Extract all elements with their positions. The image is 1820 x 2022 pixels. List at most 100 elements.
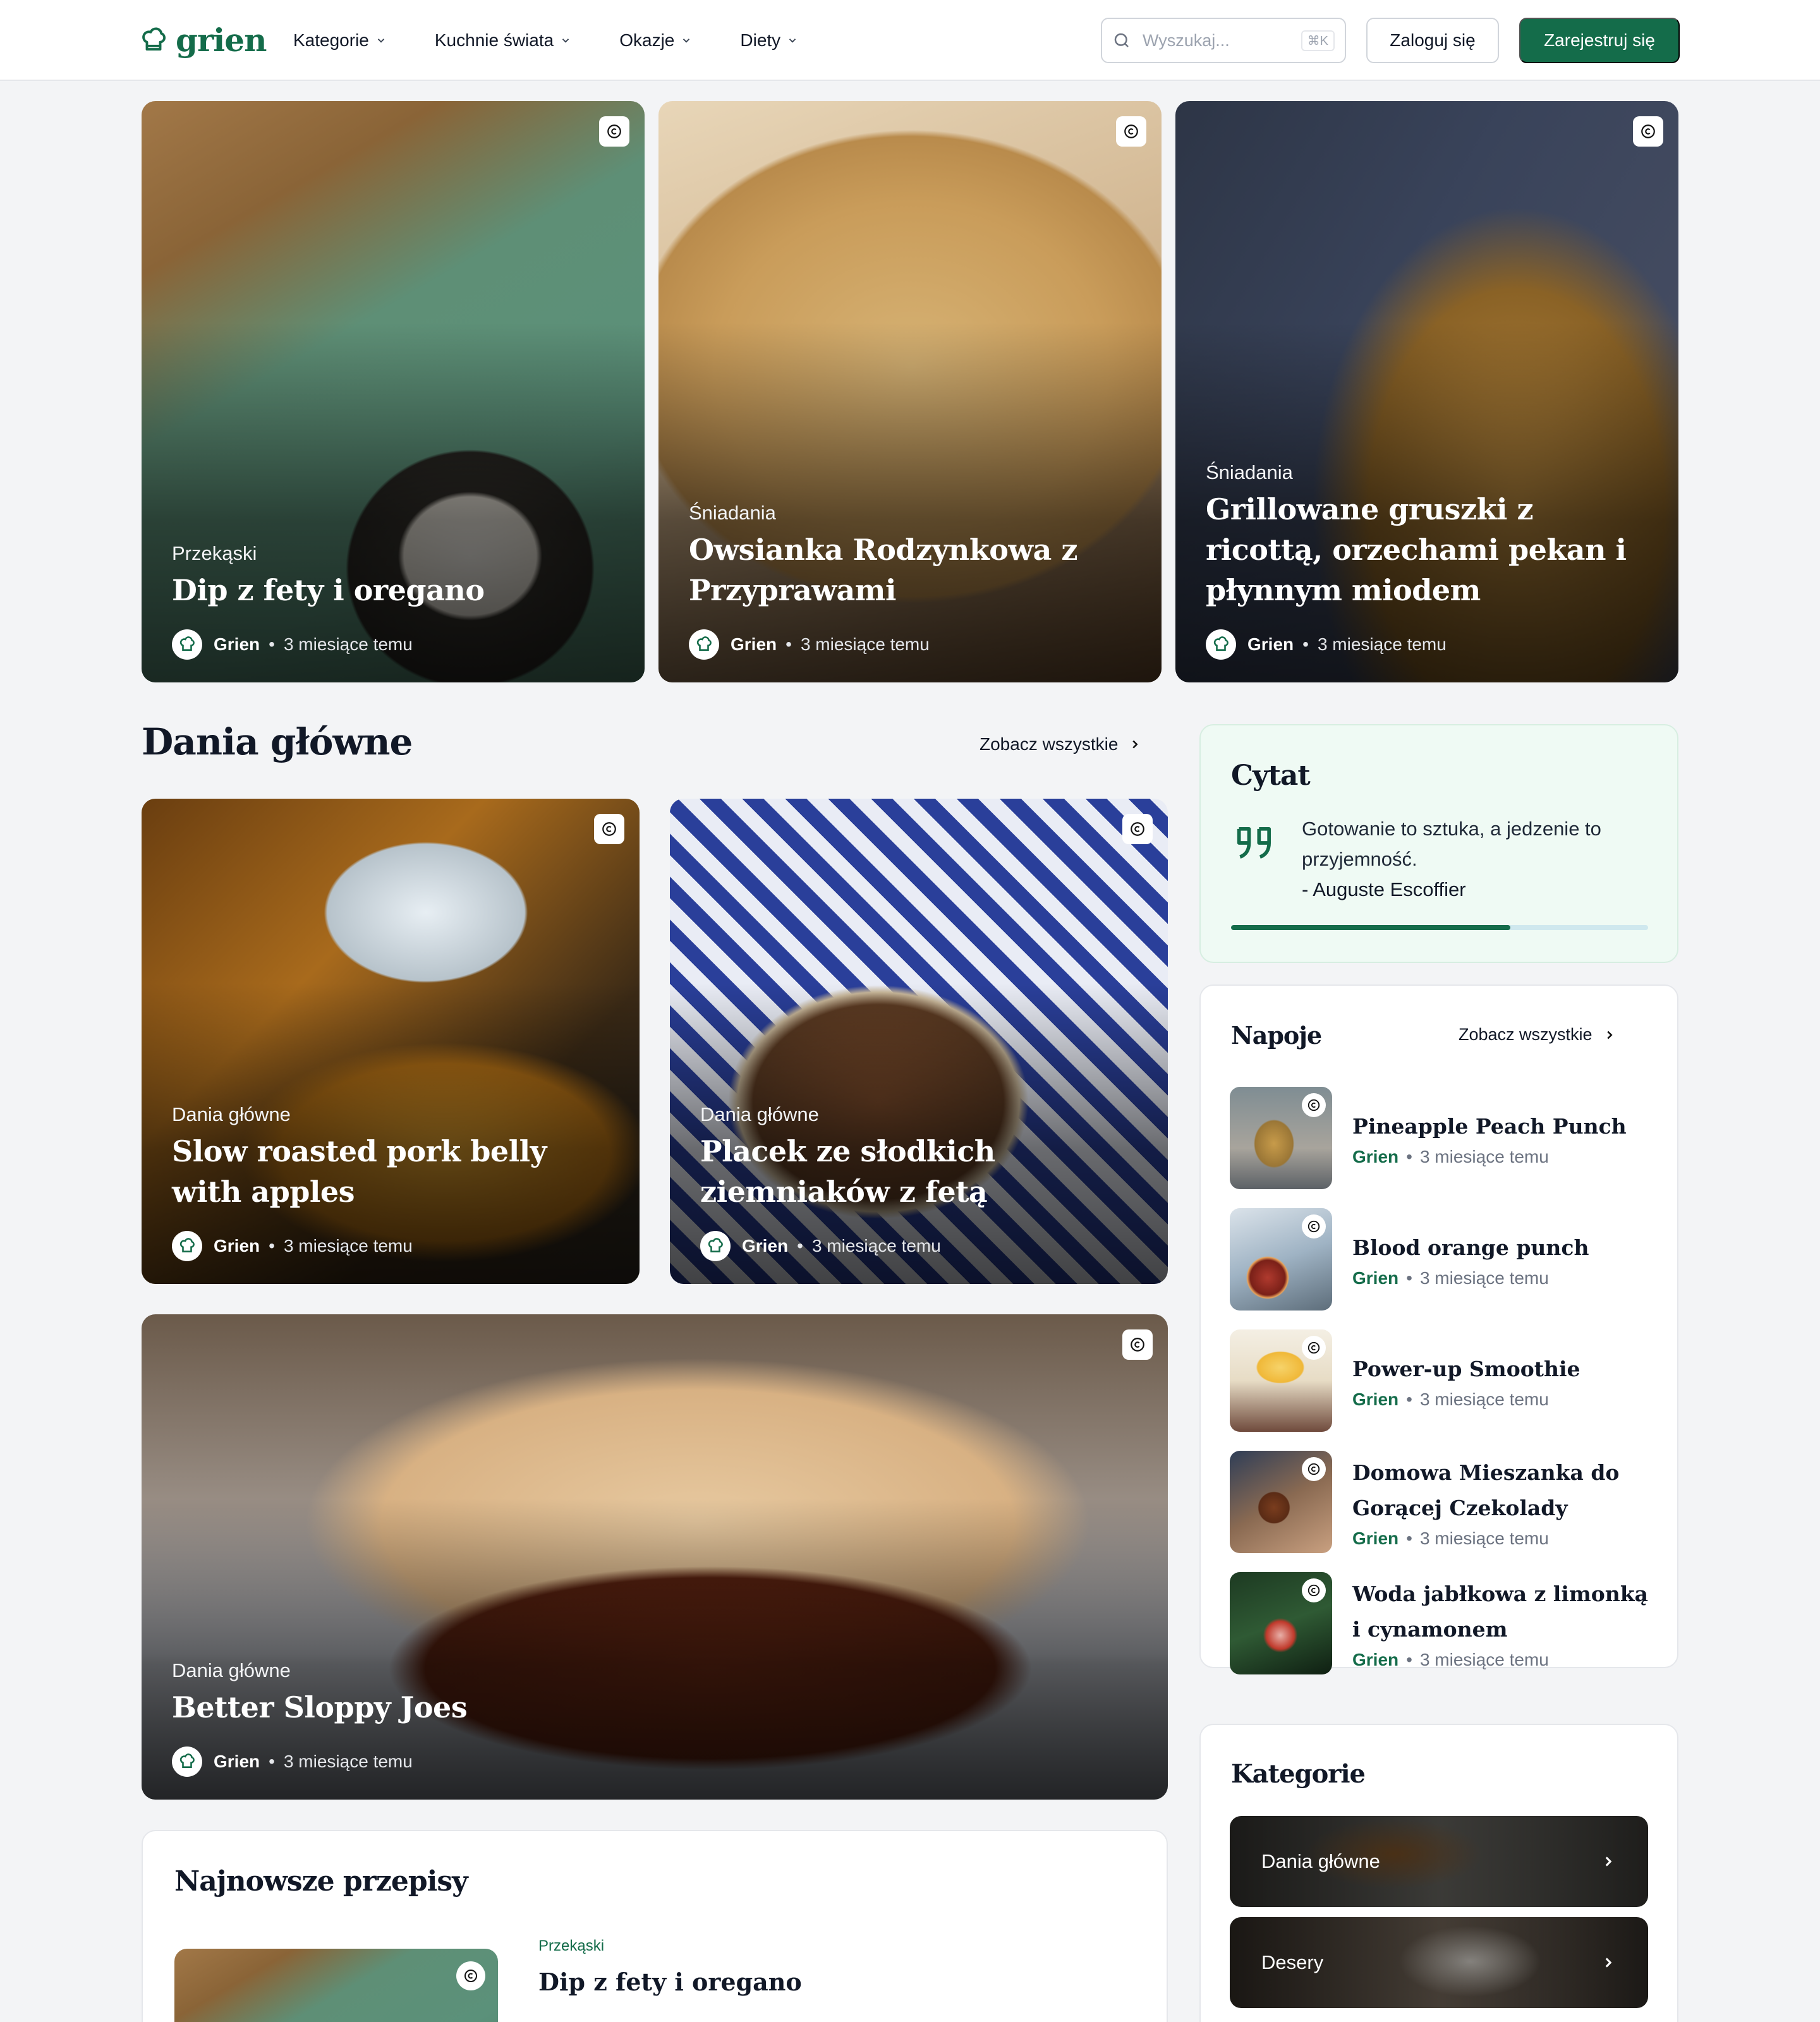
card-category: Dania główne — [172, 1659, 291, 1681]
chef-hat-icon — [179, 1238, 195, 1252]
author-name: Grien — [214, 1236, 260, 1256]
chevron-down-icon — [562, 39, 569, 43]
recipe-card[interactable]: Dania główne Placek ze słodkich ziemniak… — [670, 799, 1168, 1284]
author-avatar — [172, 1231, 202, 1261]
meta-separator: • — [786, 634, 792, 654]
featured-recipe-card[interactable]: Śniadania Grillowane gruszki z ricottą, … — [1175, 101, 1678, 682]
nav-item-kuchnie-swiata[interactable]: Kuchnie świata — [435, 30, 571, 51]
chef-hat-icon — [179, 636, 195, 651]
card-info: Przekąski Dip z fety i oregano Grien • 3… — [172, 542, 614, 660]
card-meta: Grien • 3 miesiące temu — [700, 1231, 1138, 1261]
category-item-desery[interactable]: Desery — [1230, 1917, 1648, 2008]
author-name: Grien — [731, 634, 777, 654]
copyright-badge-icon — [1122, 1329, 1153, 1360]
newest-recipe-category[interactable]: Przekąski — [538, 1937, 604, 1955]
drink-meta: Grien • 3 miesiące temu — [1352, 1529, 1649, 1549]
nav-item-label: Okazje — [619, 30, 675, 50]
author-name: Grien — [1352, 1268, 1399, 1288]
drink-info: Woda jabłkowa z limonką i cynamonem Grie… — [1352, 1577, 1649, 1670]
register-button[interactable]: Zarejestruj się — [1519, 18, 1680, 63]
drink-thumbnail — [1230, 1329, 1332, 1432]
card-title: Grillowane gruszki z ricottą, orzechami … — [1206, 492, 1627, 607]
logo[interactable]: grien — [140, 21, 267, 59]
card-title: Slow roasted pork belly with apples — [172, 1134, 547, 1209]
drink-item[interactable]: Domowa Mieszanka do Gorącej Czekolady Gr… — [1230, 1451, 1649, 1553]
author-name: Grien — [214, 634, 260, 654]
drink-thumbnail — [1230, 1087, 1332, 1189]
copyright-badge-icon — [1116, 116, 1146, 147]
quote-body: Gotowanie to sztuka, a jedzenie to przyj… — [1302, 814, 1656, 905]
drinks-see-all-link[interactable]: Zobacz wszystkie — [1459, 1025, 1617, 1044]
author-avatar — [689, 629, 719, 660]
meta-separator: • — [269, 1752, 275, 1771]
author-name: Grien — [1352, 1529, 1399, 1548]
nav-item-label: Diety — [740, 30, 781, 50]
chef-hat-logo-icon — [142, 27, 166, 51]
featured-recipe-card[interactable]: Śniadania Owsianka Rodzynkowa z Przypraw… — [658, 101, 1162, 682]
copyright-badge-icon — [1302, 1093, 1326, 1117]
nav-item-diety[interactable]: Diety — [740, 30, 798, 51]
post-time: 3 miesiące temu — [1317, 634, 1447, 654]
newest-recipe-title[interactable]: Dip z fety i oregano — [538, 1968, 802, 1996]
search-placeholder: Wyszukaj... — [1143, 30, 1230, 50]
post-time: 3 miesiące temu — [811, 1236, 941, 1256]
post-time: 3 miesiące temu — [1419, 1147, 1549, 1166]
meta-separator: • — [1302, 634, 1309, 654]
chef-hat-icon — [179, 1753, 195, 1768]
quote-marks-icon — [1237, 826, 1271, 859]
meta-separator: • — [269, 634, 275, 654]
card-meta: Grien • 3 miesiące temu — [172, 1747, 1138, 1777]
drink-info: Power-up Smoothie Grien • 3 miesiące tem… — [1352, 1352, 1649, 1410]
drink-title: Power-up Smoothie — [1352, 1357, 1580, 1381]
login-button[interactable]: Zaloguj się — [1366, 18, 1499, 63]
newest-recipe-thumbnail[interactable] — [174, 1949, 498, 2022]
card-title: Better Sloppy Joes — [172, 1690, 468, 1724]
card-meta: Grien • 3 miesiące temu — [689, 629, 1131, 660]
author-avatar — [172, 629, 202, 660]
card-info: Dania główne Slow roasted pork belly wit… — [172, 1103, 609, 1261]
drink-thumbnail — [1230, 1572, 1332, 1674]
drink-meta: Grien • 3 miesiące temu — [1352, 1147, 1649, 1167]
featured-recipe-card[interactable]: Przekąski Dip z fety i oregano Grien • 3… — [142, 101, 645, 682]
drink-meta: Grien • 3 miesiące temu — [1352, 1650, 1649, 1670]
see-all-label: Zobacz wszystkie — [980, 734, 1119, 754]
author-name: Grien — [742, 1236, 789, 1256]
main-dishes-see-all-link[interactable]: Zobacz wszystkie — [980, 734, 1142, 754]
recipe-card[interactable]: Dania główne Slow roasted pork belly wit… — [142, 799, 640, 1284]
meta-separator: • — [797, 1236, 803, 1256]
quote-panel: Cytat Gotowanie to sztuka, a jedzenie to… — [1199, 724, 1678, 963]
author-name: Grien — [1352, 1147, 1399, 1166]
nav-item-kategorie[interactable]: Kategorie — [293, 30, 387, 51]
card-category: Dania główne — [700, 1103, 819, 1125]
drink-item[interactable]: Pineapple Peach Punch Grien • 3 miesiące… — [1230, 1087, 1649, 1189]
author-avatar — [172, 1747, 202, 1777]
post-time: 3 miesiące temu — [1419, 1650, 1549, 1669]
card-info: Śniadania Grillowane gruszki z ricottą, … — [1206, 461, 1648, 660]
search-input[interactable]: Wyszukaj... ⌘K — [1101, 18, 1346, 63]
recipe-card-wide[interactable]: Dania główne Better Sloppy Joes Grien • … — [142, 1314, 1168, 1800]
category-item-dania-glowne[interactable]: Dania główne — [1230, 1816, 1648, 1907]
quote-author: - Auguste Escoffier — [1302, 878, 1466, 900]
author-name: Grien — [1352, 1650, 1399, 1669]
card-title: Owsianka Rodzynkowa z Przyprawami — [689, 533, 1077, 607]
drink-thumbnail — [1230, 1451, 1332, 1553]
drink-info: Domowa Mieszanka do Gorącej Czekolady Gr… — [1352, 1455, 1649, 1549]
drink-meta: Grien • 3 miesiące temu — [1352, 1389, 1649, 1410]
card-info: Dania główne Placek ze słodkich ziemniak… — [700, 1103, 1138, 1261]
newest-recipes-panel: Najnowsze przepisy Przekąski Dip z fety … — [142, 1830, 1168, 2022]
main-nav: Kategorie Kuchnie świata Okazje Diety — [293, 0, 798, 81]
author-name: Grien — [1247, 634, 1294, 654]
copyright-badge-icon — [1302, 1578, 1326, 1602]
newest-recipes-heading: Najnowsze przepisy — [174, 1865, 468, 1898]
drink-title: Woda jabłkowa z limonką i cynamonem — [1352, 1582, 1649, 1642]
drink-item[interactable]: Blood orange punch Grien • 3 miesiące te… — [1230, 1208, 1649, 1311]
main-dishes-heading: Dania główne — [142, 720, 413, 763]
category-label: Dania główne — [1261, 1850, 1380, 1872]
copyright-badge-icon — [1302, 1336, 1326, 1360]
search-shortcut: ⌘K — [1301, 30, 1335, 51]
copyright-badge-icon — [1122, 814, 1153, 844]
drink-item[interactable]: Woda jabłkowa z limonką i cynamonem Grie… — [1230, 1572, 1649, 1674]
nav-item-okazje[interactable]: Okazje — [619, 30, 692, 51]
meta-separator: • — [1406, 1389, 1412, 1409]
drink-item[interactable]: Power-up Smoothie Grien • 3 miesiące tem… — [1230, 1329, 1649, 1432]
